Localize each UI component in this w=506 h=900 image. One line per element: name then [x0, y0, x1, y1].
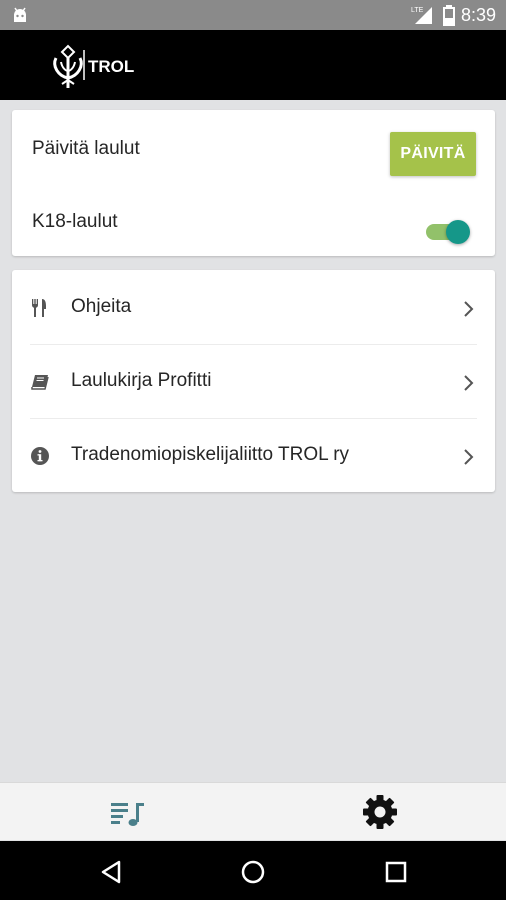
update-songs-label: Päivitä laulut — [32, 138, 140, 159]
chevron-right-icon — [464, 449, 474, 465]
list-item-songbook[interactable]: Laulukirja Profitti — [12, 344, 495, 418]
adult-songs-label: K18-laulut — [32, 211, 118, 232]
chevron-right-icon — [464, 375, 474, 391]
app-bar: TROL — [0, 30, 506, 100]
system-nav-bar — [0, 841, 506, 900]
chevron-right-icon — [464, 301, 474, 317]
toggle-thumb — [446, 220, 470, 244]
battery-icon — [443, 5, 455, 26]
status-time: 8:39 — [460, 5, 496, 25]
list-item-label: Laulukirja Profitti — [71, 370, 212, 391]
svg-text:LTE: LTE — [411, 7, 424, 14]
gear-icon[interactable] — [350, 794, 410, 830]
status-bar: LTE 8:39 — [0, 0, 506, 30]
update-button[interactable]: PÄIVITÄ — [390, 132, 476, 176]
trol-logo: TROL — [53, 44, 134, 88]
svg-text:TROL: TROL — [88, 57, 134, 76]
links-card: Ohjeita Laulukirja Profitti Tradenomiopi… — [12, 270, 495, 492]
android-icon — [14, 7, 26, 22]
cutlery-icon — [32, 299, 46, 317]
bottom-nav — [0, 782, 506, 840]
list-item-label: Tradenomiopiskelijaliitto TROL ry — [71, 444, 350, 465]
lte-signal-icon: LTE — [411, 7, 432, 24]
adult-songs-toggle[interactable] — [424, 218, 474, 246]
list-item-instructions[interactable]: Ohjeita — [12, 270, 495, 344]
playlist-music-icon[interactable] — [97, 797, 157, 829]
recent-apps-icon[interactable] — [381, 857, 411, 887]
list-item-label: Ohjeita — [71, 296, 132, 317]
home-icon[interactable] — [238, 857, 268, 887]
back-icon[interactable] — [97, 857, 127, 887]
settings-card: Päivitä laulut PÄIVITÄ K18-laulut — [12, 110, 495, 256]
info-icon — [31, 447, 49, 465]
list-item-association[interactable]: Tradenomiopiskelijaliitto TROL ry — [12, 418, 495, 492]
book-icon — [31, 375, 49, 390]
